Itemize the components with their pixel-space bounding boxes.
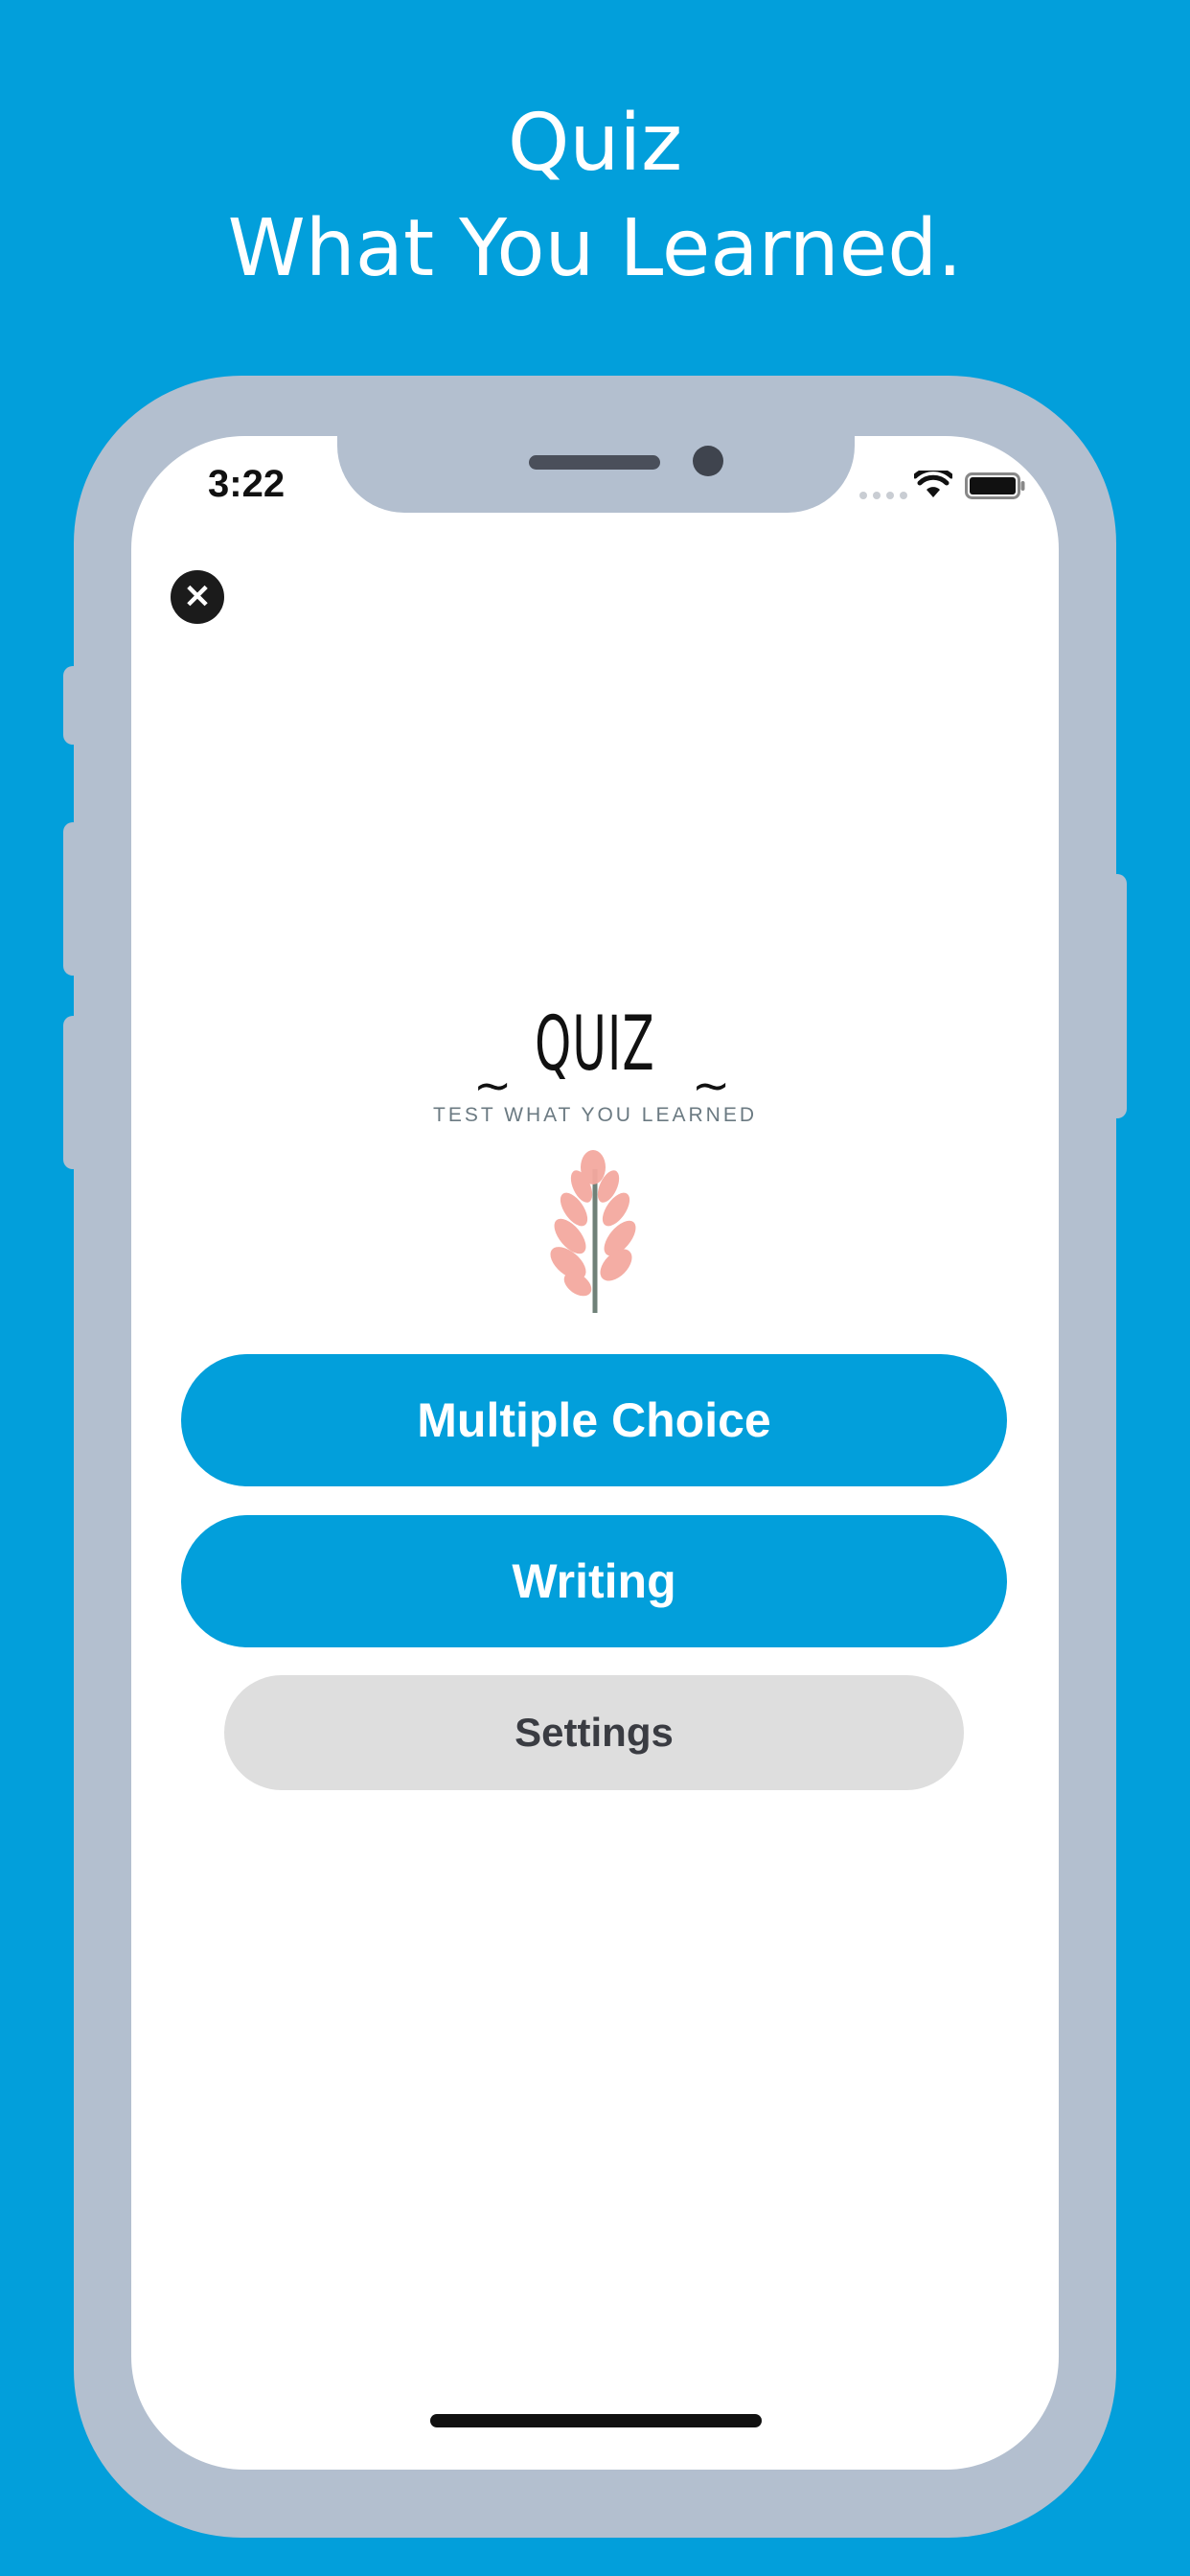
front-camera (693, 446, 723, 476)
phone-notch (337, 436, 855, 513)
headline-line-1: Quiz (507, 98, 683, 189)
phone-screen: 3:22 ✕ ~ QUIZ ~ TEST WHAT YOU LEARNED Mu… (131, 436, 1059, 2470)
headline-line-2: What You Learned. (227, 203, 963, 294)
flower-illustration (550, 1150, 636, 1313)
battery-icon (965, 472, 1025, 499)
status-time: 3:22 (208, 463, 286, 505)
logo-subtitle: TEST WHAT YOU LEARNED (433, 1104, 757, 1126)
marketing-headline: Quiz What You Learned. (0, 91, 1190, 302)
writing-button[interactable]: Writing (181, 1515, 1007, 1647)
logo-title: QUIZ (535, 1001, 655, 1088)
cellular-signal-icon (859, 492, 907, 499)
home-indicator[interactable] (430, 2414, 762, 2427)
close-icon: ✕ (183, 579, 212, 615)
wifi-icon (914, 471, 952, 497)
close-button[interactable]: ✕ (171, 570, 224, 624)
speaker-grille (529, 455, 660, 470)
settings-button[interactable]: Settings (224, 1675, 964, 1790)
multiple-choice-button[interactable]: Multiple Choice (181, 1354, 1007, 1486)
